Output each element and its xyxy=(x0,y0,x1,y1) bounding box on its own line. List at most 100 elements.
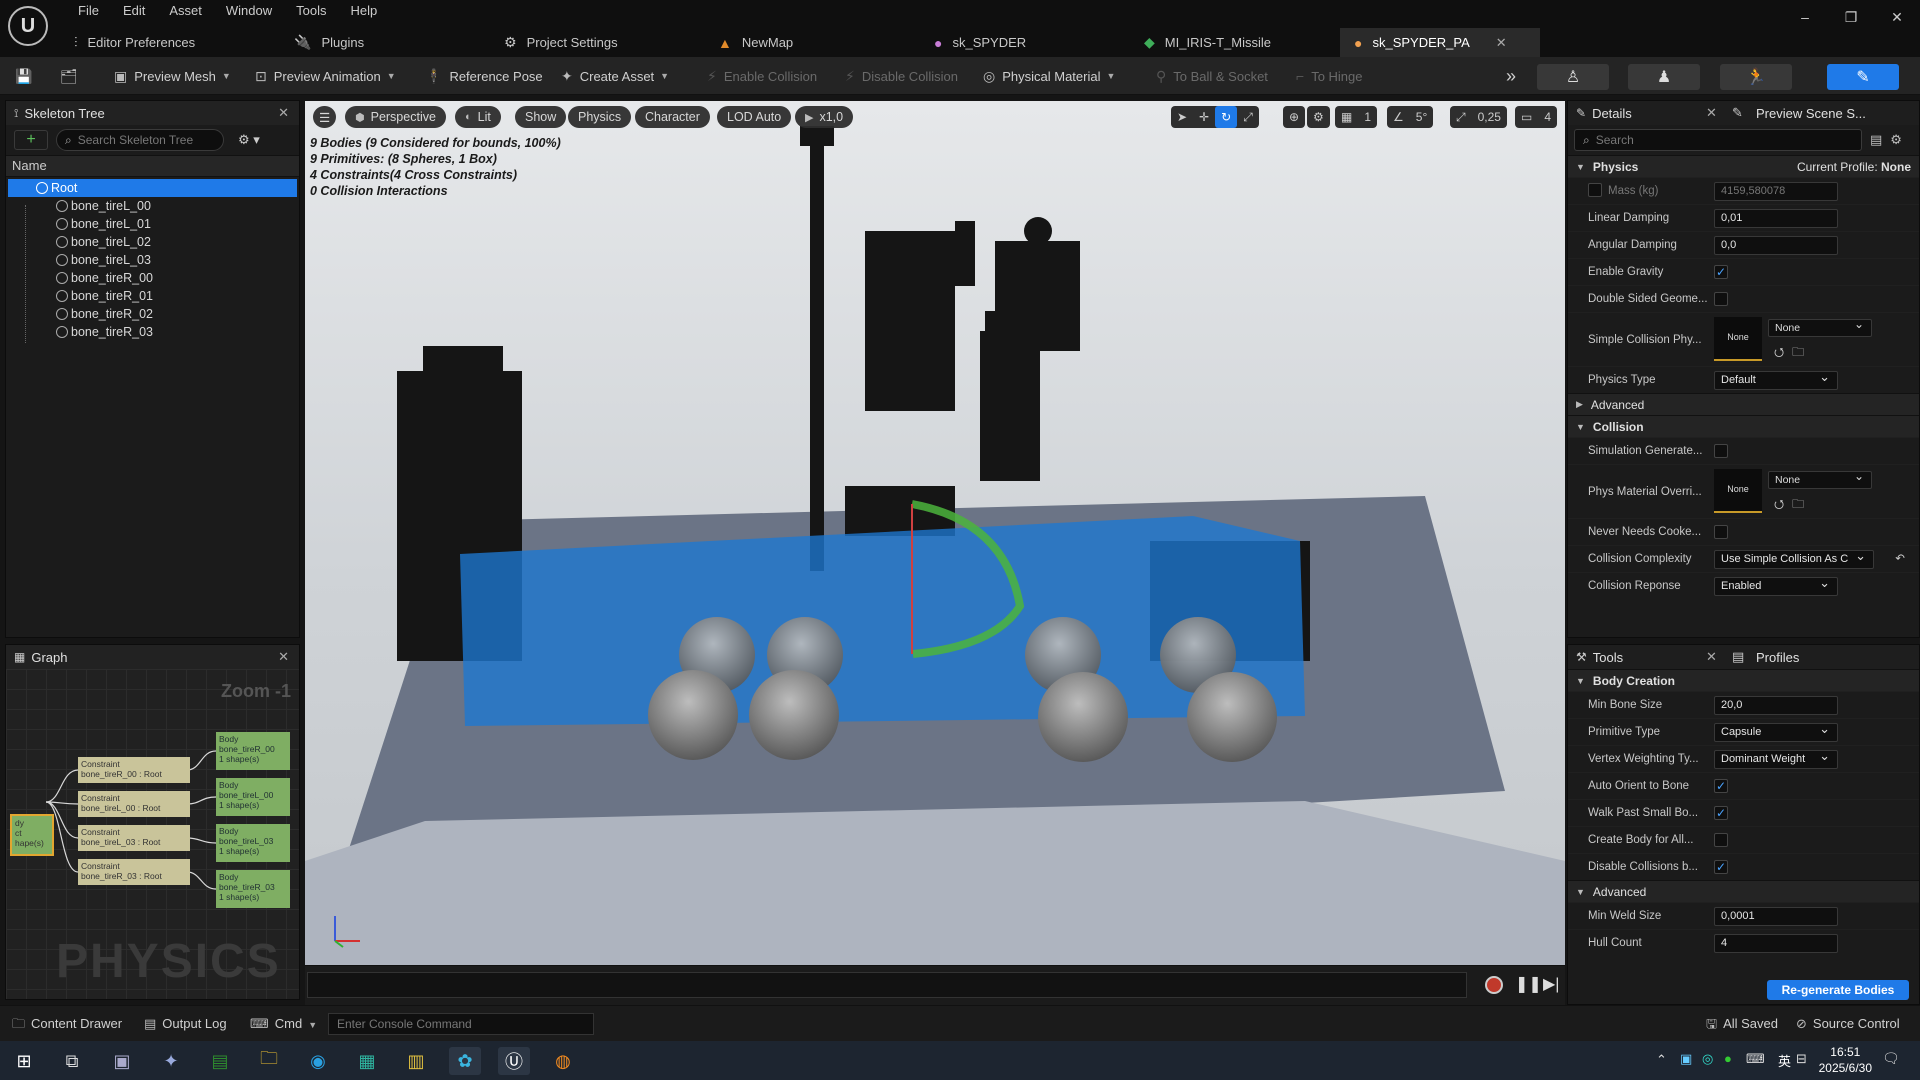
close-tab-icon[interactable]: ✕ xyxy=(1496,35,1507,51)
app-icon-5[interactable]: ✿ xyxy=(449,1047,481,1075)
body-node[interactable]: Body bone_tireL_00 1 shape(s) xyxy=(216,778,290,816)
app-icon-3[interactable]: ▦ xyxy=(351,1047,383,1075)
tree-item-bone[interactable]: bone_tireR_02 xyxy=(6,305,299,323)
preview-animation-button[interactable]: ⊡ Preview Animation ▼ xyxy=(255,64,396,88)
simple-collision-dropdown[interactable]: None xyxy=(1768,316,1872,337)
enable-collision-button[interactable]: ⚡ Enable Collision xyxy=(707,64,817,88)
menu-tools[interactable]: Tools xyxy=(284,2,338,20)
mass-override-checkbox[interactable] xyxy=(1588,183,1602,197)
menu-window[interactable]: Window xyxy=(214,2,284,20)
output-log-button[interactable]: ▤ Output Log xyxy=(144,1006,227,1042)
constraint-node[interactable]: Constraint bone_tireR_00 : Root xyxy=(78,757,190,783)
browse-asset-icon[interactable]: 🗀 xyxy=(1792,497,1812,511)
app-icon-2[interactable]: ✦ xyxy=(155,1047,187,1075)
details-search-input[interactable]: ⌕ Search xyxy=(1574,129,1862,151)
tree-item-bone[interactable]: bone_tireL_01 xyxy=(6,215,299,233)
source-control-button[interactable]: ⊘ Source Control xyxy=(1796,1006,1900,1042)
unreal-engine-taskbar-icon[interactable]: Ⓤ xyxy=(498,1047,530,1075)
viewport-3d[interactable]: ☰ ⬢ Perspective ◐ Lit Show Physics Charact… xyxy=(305,101,1565,965)
scale-snap-button[interactable]: ⤢ 0,25 xyxy=(1450,106,1507,128)
tab-editor-preferences[interactable]: ⫶ Editor Preferences xyxy=(60,28,280,57)
windows-start-icon[interactable]: ⊞ xyxy=(8,1047,40,1075)
advanced-physics-header[interactable]: ▶ Advanced xyxy=(1568,393,1919,415)
save-icon[interactable]: 💾 xyxy=(15,64,39,88)
overflow-chevron-icon[interactable]: » xyxy=(1506,64,1516,88)
character-button[interactable]: Character xyxy=(635,106,710,128)
tab-newmap[interactable]: ▲ NewMap xyxy=(704,28,920,57)
lit-button[interactable]: ◐ Lit xyxy=(455,106,501,128)
pause-icon[interactable]: ❚❚ xyxy=(1515,974,1542,994)
tab-mi-iris-t-missile[interactable]: ◆ MI_IRIS-T_Missile xyxy=(1130,28,1340,57)
lod-button[interactable]: LOD Auto xyxy=(717,106,792,128)
maximize-icon[interactable]: ❐ xyxy=(1828,0,1874,34)
constraint-node[interactable]: Constraint bone_tireL_03 : Root xyxy=(78,825,190,851)
menu-asset[interactable]: Asset xyxy=(157,2,214,20)
select-icon[interactable]: ➤ xyxy=(1171,110,1193,124)
never-needs-cooked-checkbox[interactable] xyxy=(1714,525,1728,539)
keyboard-icon[interactable]: ⌨ xyxy=(1746,1051,1765,1067)
graph-canvas[interactable]: Zoom -1 PHYSICS dy ct hape(s) Constraint… xyxy=(6,669,299,999)
reset-arrow-icon[interactable]: ↶ xyxy=(1895,551,1905,565)
preview-mesh-button[interactable]: ▣ Preview Mesh ▼ xyxy=(114,64,231,88)
close-window-icon[interactable]: ✕ xyxy=(1874,0,1920,34)
unreal-logo-icon[interactable]: U xyxy=(8,6,48,46)
perspective-button[interactable]: ⬢ Perspective xyxy=(345,106,446,128)
content-drawer-button[interactable]: 🗀 Content Drawer xyxy=(12,1006,122,1042)
tree-item-bone[interactable]: bone_tireR_03 xyxy=(6,323,299,341)
physics-section-header[interactable]: ▼ Physics Current Profile: None xyxy=(1568,155,1919,177)
collision-complexity-dropdown[interactable]: Use Simple Collision As C xyxy=(1714,550,1874,569)
tab-profiles[interactable]: Profiles xyxy=(1756,650,1799,665)
collision-section-header[interactable]: ▼ Collision xyxy=(1568,415,1919,437)
menu-file[interactable]: File xyxy=(66,2,111,20)
skeleton-mode-button[interactable]: ♙ xyxy=(1537,64,1609,90)
task-view-icon[interactable]: ⧉ xyxy=(56,1047,88,1075)
blender-icon[interactable]: ◍ xyxy=(547,1047,579,1075)
to-hinge-button[interactable]: ⌐ To Hinge xyxy=(1296,64,1363,88)
phys-material-dropdown[interactable]: None xyxy=(1768,468,1872,489)
simple-collision-thumbnail[interactable]: None xyxy=(1714,317,1762,361)
app-tray-icon[interactable]: ⊟ xyxy=(1796,1051,1807,1067)
playback-speed-button[interactable]: ▶ x1,0 xyxy=(795,106,854,128)
physics-button[interactable]: Physics xyxy=(568,106,632,128)
cmd-dropdown[interactable]: ⌨ Cmd ▼ xyxy=(250,1006,317,1043)
regenerate-bodies-button[interactable]: Re-generate Bodies xyxy=(1767,980,1909,1000)
tree-item-bone[interactable]: bone_tireR_01 xyxy=(6,287,299,305)
camera-speed-button[interactable]: ▭ 4 xyxy=(1515,106,1558,128)
settings-gear-icon[interactable]: ⚙ ▾ xyxy=(238,132,260,148)
file-explorer-icon[interactable]: 🗀 xyxy=(253,1047,285,1075)
tree-item-bone[interactable]: bone_tireL_00 xyxy=(6,197,299,215)
coordinate-space-button[interactable]: ⊕ xyxy=(1283,106,1306,128)
hull-count-input[interactable]: 4 xyxy=(1714,934,1838,953)
phys-material-thumbnail[interactable]: None xyxy=(1714,469,1762,513)
tab-sk-spyder[interactable]: ● sk_SPYDER xyxy=(920,28,1130,57)
table-view-icon[interactable]: ▤ xyxy=(1870,132,1882,148)
use-selected-icon[interactable]: ⭯ xyxy=(1774,497,1792,511)
use-selected-icon[interactable]: ⭯ xyxy=(1774,345,1792,359)
angular-damping-input[interactable]: 0,0 xyxy=(1714,236,1838,255)
min-weld-size-input[interactable]: 0,0001 xyxy=(1714,907,1838,926)
body-node[interactable]: Body bone_tireR_03 1 shape(s) xyxy=(216,870,290,908)
app-icon-4[interactable]: ▥ xyxy=(400,1047,432,1075)
settings-gear-icon[interactable]: ⚙ xyxy=(1890,132,1902,148)
graph-root-body-node[interactable]: dy ct hape(s) xyxy=(10,814,54,856)
disable-collisions-checkbox[interactable]: ✓ xyxy=(1714,860,1728,874)
scale-icon[interactable]: ⤢ xyxy=(1237,110,1259,125)
auto-orient-checkbox[interactable]: ✓ xyxy=(1714,779,1728,793)
tree-item-root[interactable]: Root xyxy=(8,179,297,197)
double-sided-checkbox[interactable] xyxy=(1714,292,1728,306)
tools-advanced-header[interactable]: ▼ Advanced xyxy=(1568,880,1919,902)
tree-item-bone[interactable]: bone_tireL_03 xyxy=(6,251,299,269)
step-forward-icon[interactable]: ▶| xyxy=(1543,974,1559,994)
system-clock[interactable]: 16:51 2025/6/30 xyxy=(1819,1044,1872,1076)
walk-past-checkbox[interactable]: ✓ xyxy=(1714,806,1728,820)
physics-type-dropdown[interactable]: Default xyxy=(1714,368,1838,390)
simulation-generate-checkbox[interactable] xyxy=(1714,444,1728,458)
surface-snap-button[interactable]: ⚙ xyxy=(1307,106,1330,128)
mass-input[interactable]: 4159,580078 xyxy=(1714,182,1838,201)
skeleton-search-input[interactable]: ⌕ Search Skeleton Tree xyxy=(56,129,224,151)
close-icon[interactable]: ✕ xyxy=(278,649,289,665)
tree-item-bone[interactable]: bone_tireR_00 xyxy=(6,269,299,287)
create-asset-button[interactable]: ✦ Create Asset ▼ xyxy=(561,64,669,88)
timeline-scrub-bar[interactable] xyxy=(307,972,1467,998)
console-input[interactable]: Enter Console Command xyxy=(328,1013,594,1035)
